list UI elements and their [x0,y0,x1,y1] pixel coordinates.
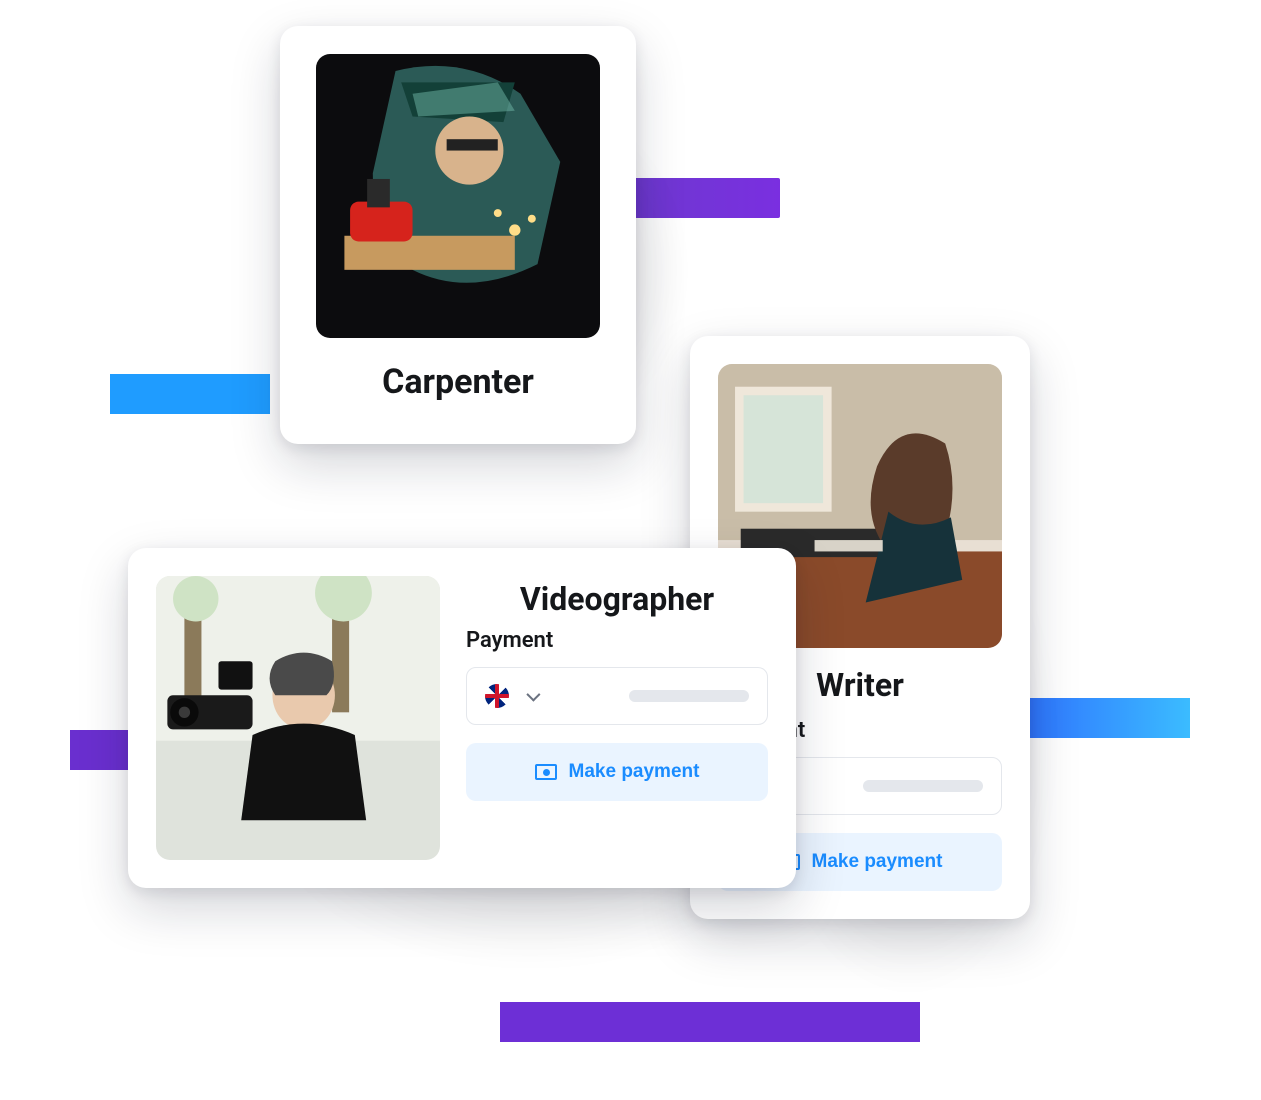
card-carpenter: Carpenter [280,26,636,444]
make-payment-label: Make payment [812,851,943,873]
make-payment-button[interactable]: Make payment [466,743,768,801]
card-videographer: Videographer Payment Make payment [128,548,796,888]
flag-uk-icon [485,684,509,708]
videographer-title: Videographer [466,580,768,618]
chevron-down-icon [526,688,540,702]
amount-placeholder [863,780,983,792]
payment-label: Payment [466,628,768,653]
carpenter-photo [316,54,600,338]
make-payment-label: Make payment [569,761,700,783]
payment-icon [535,764,557,780]
videographer-photo [156,576,440,860]
accent-bar [110,374,270,414]
amount-placeholder [629,690,749,702]
carpenter-title: Carpenter [308,362,608,402]
currency-selector[interactable] [466,667,768,725]
